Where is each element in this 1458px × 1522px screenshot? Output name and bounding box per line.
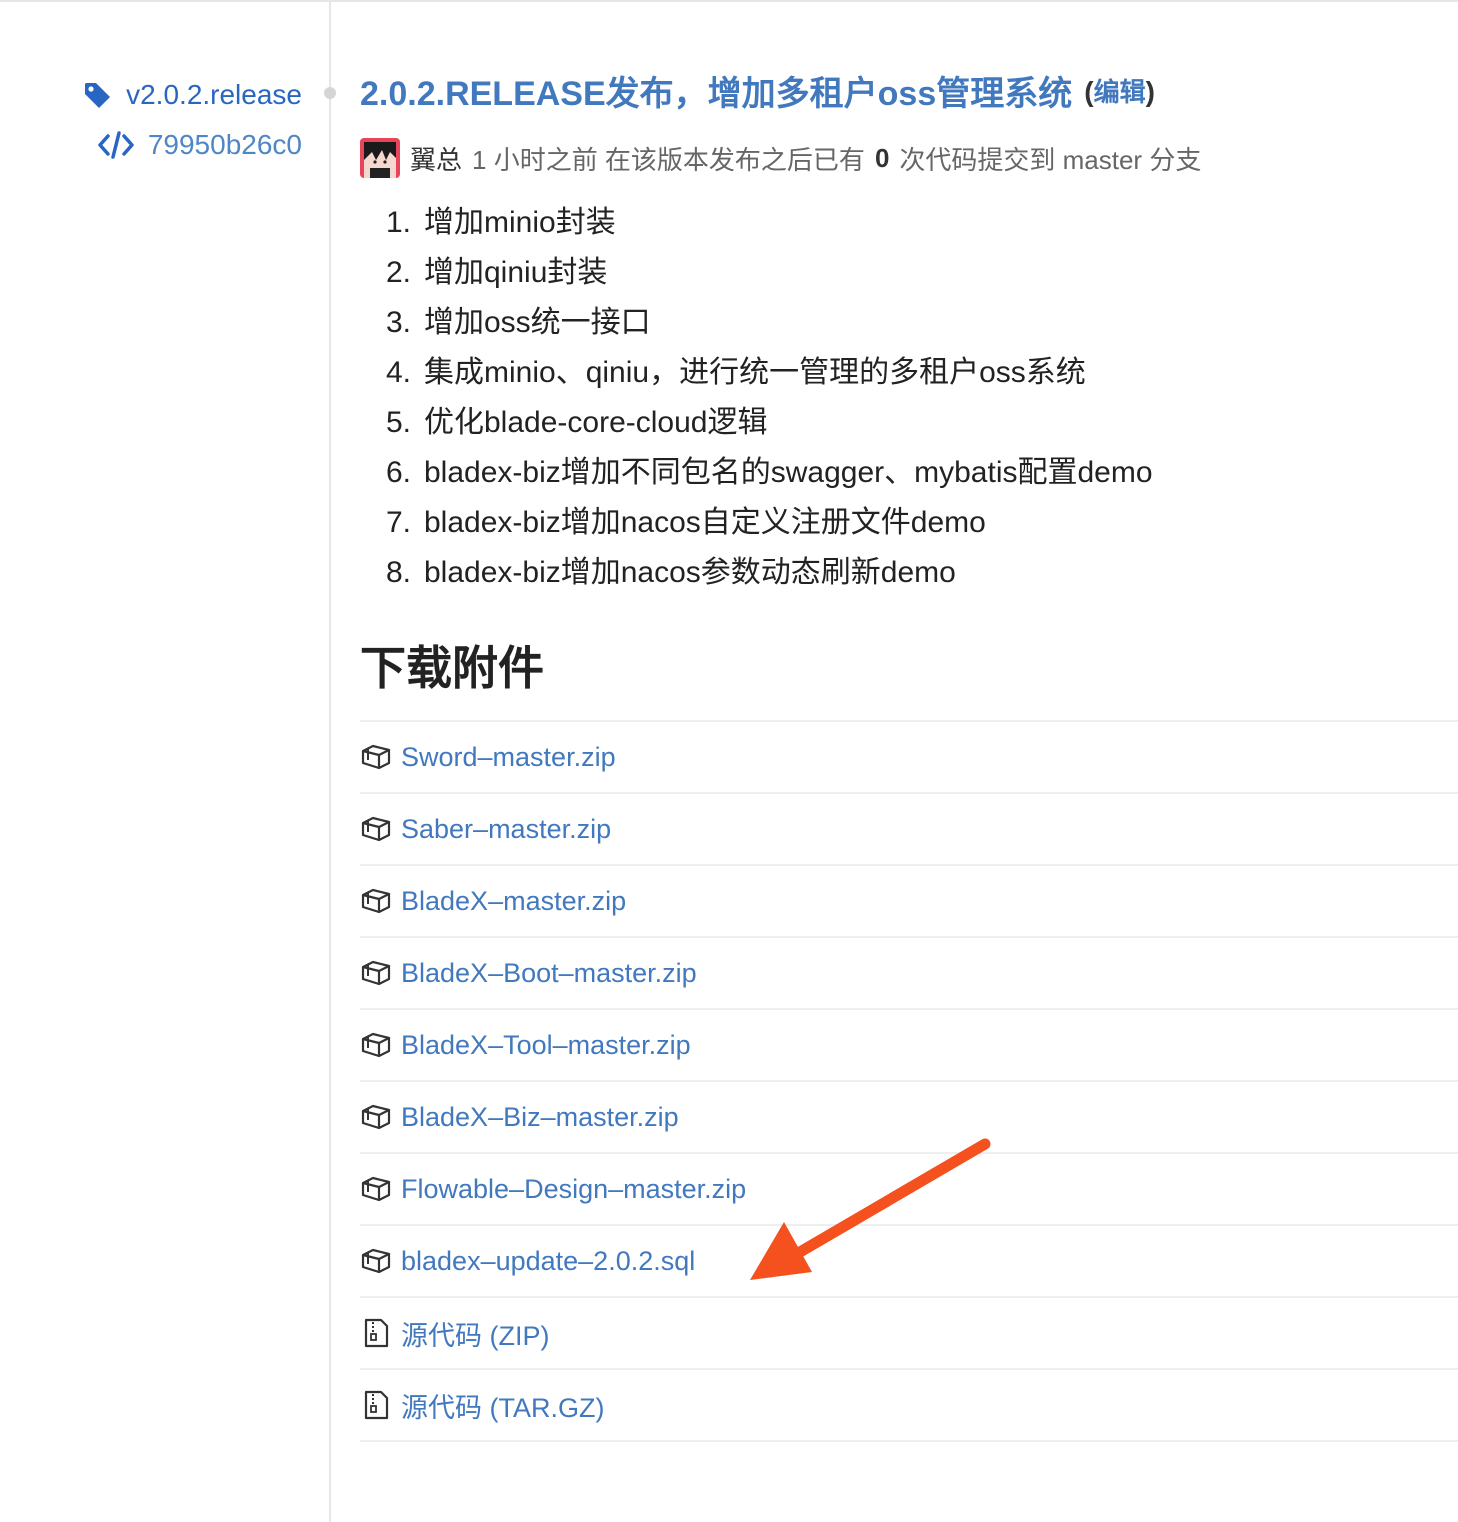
note-text: bladex-biz增加不同包名的swagger、mybatis配置demo bbox=[424, 456, 1153, 489]
note-text: 增加qiniu封装 bbox=[424, 256, 608, 289]
asset-link[interactable]: Flowable–Design–master.zip bbox=[401, 1174, 746, 1205]
release-notes: 1. 增加minio封装 2. 增加qiniu封装 3. 增加oss统一接口 4. 集成… bbox=[360, 198, 1458, 598]
release-time: 1 小时之前 在该版本发布之后已有 bbox=[472, 144, 865, 175]
asset-link[interactable]: 源代码 (ZIP) bbox=[401, 1314, 550, 1353]
top-border bbox=[0, 0, 1458, 2]
branch-text: 次代码提交到 master 分支 bbox=[899, 144, 1202, 175]
tag-link[interactable]: v2.0.2.release bbox=[82, 74, 302, 116]
commit-hash[interactable]: 79950b26c0 bbox=[148, 129, 302, 161]
note-item: 6. bladex-biz增加不同包名的swagger、mybatis配置demo bbox=[386, 448, 1458, 498]
edit-open-paren: ( bbox=[1084, 75, 1094, 107]
note-text: 集成minio、qiniu，进行统一管理的多租户oss系统 bbox=[424, 356, 1086, 389]
package-icon bbox=[360, 813, 392, 845]
note-number: 1. bbox=[386, 206, 412, 239]
note-item: 2. 增加qiniu封装 bbox=[386, 248, 1458, 298]
note-text: 增加minio封装 bbox=[424, 206, 616, 239]
release-title: 2.0.2.RELEASE发布，增加多租户oss管理系统 (编辑) bbox=[360, 60, 1458, 120]
release-title-link[interactable]: 2.0.2.RELEASE发布，增加多租户oss管理系统 bbox=[360, 66, 1072, 115]
package-icon bbox=[360, 741, 392, 773]
author-name[interactable]: 翼总 bbox=[410, 140, 462, 177]
asset-row[interactable]: BladeX–Tool–master.zip bbox=[360, 1010, 1458, 1082]
avatar[interactable] bbox=[360, 138, 400, 178]
edit-wrap: (编辑) bbox=[1084, 72, 1155, 109]
asset-row[interactable]: BladeX–Boot–master.zip bbox=[360, 938, 1458, 1010]
package-icon bbox=[360, 1029, 392, 1061]
package-icon bbox=[360, 885, 392, 917]
file-zip-icon bbox=[360, 1389, 392, 1421]
asset-link[interactable]: BladeX–master.zip bbox=[401, 886, 626, 917]
timeline-line bbox=[329, 0, 331, 1522]
edit-link[interactable]: 编辑 bbox=[1094, 77, 1146, 107]
tag-icon bbox=[82, 80, 112, 110]
asset-row[interactable]: 源代码 (ZIP) bbox=[360, 1298, 1458, 1370]
package-icon bbox=[360, 1101, 392, 1133]
annotation-arrow bbox=[750, 1138, 991, 1280]
note-item: 3. 增加oss统一接口 bbox=[386, 298, 1458, 348]
asset-link[interactable]: Saber–master.zip bbox=[401, 814, 611, 845]
note-number: 3. bbox=[386, 306, 412, 339]
note-number: 4. bbox=[386, 356, 412, 389]
package-icon bbox=[360, 1245, 392, 1277]
note-item: 4. 集成minio、qiniu，进行统一管理的多租户oss系统 bbox=[386, 348, 1458, 398]
timeline-dot bbox=[324, 87, 336, 99]
asset-row[interactable]: Saber–master.zip bbox=[360, 794, 1458, 866]
note-number: 6. bbox=[386, 456, 412, 489]
note-item: 5. 优化blade-core-cloud逻辑 bbox=[386, 398, 1458, 448]
asset-link[interactable]: BladeX–Biz–master.zip bbox=[401, 1102, 679, 1133]
note-number: 5. bbox=[386, 406, 412, 439]
note-number: 2. bbox=[386, 256, 412, 289]
note-text: bladex-biz增加nacos自定义注册文件demo bbox=[424, 506, 986, 539]
package-icon bbox=[360, 957, 392, 989]
edit-close-paren: ) bbox=[1145, 75, 1155, 107]
asset-row[interactable]: 源代码 (TAR.GZ) bbox=[360, 1370, 1458, 1442]
asset-link[interactable]: BladeX–Tool–master.zip bbox=[401, 1030, 691, 1061]
asset-row[interactable]: Sword–master.zip bbox=[360, 722, 1458, 794]
asset-list: Sword–master.zip Saber–master.zip BladeX… bbox=[360, 720, 1458, 1442]
asset-link[interactable]: 源代码 (TAR.GZ) bbox=[401, 1386, 604, 1425]
downloads-heading: 下载附件 bbox=[360, 642, 544, 694]
author-line: 翼总 1 小时之前 在该版本发布之后已有 0 次代码提交到 master 分支 bbox=[360, 136, 1458, 180]
asset-link[interactable]: BladeX–Boot–master.zip bbox=[401, 958, 697, 989]
note-text: bladex-biz增加nacos参数动态刷新demo bbox=[424, 556, 956, 589]
asset-row[interactable]: BladeX–master.zip bbox=[360, 866, 1458, 938]
note-text: 优化blade-core-cloud逻辑 bbox=[424, 406, 768, 439]
release-meta: v2.0.2.release 79950b26c0 bbox=[82, 74, 302, 174]
file-zip-icon bbox=[360, 1317, 392, 1349]
commit-count: 0 bbox=[874, 142, 890, 173]
note-number: 8. bbox=[386, 556, 412, 589]
note-text: 增加oss统一接口 bbox=[424, 306, 651, 339]
asset-link[interactable]: Sword–master.zip bbox=[401, 742, 616, 773]
code-icon bbox=[98, 130, 134, 160]
note-item: 8. bladex-biz增加nacos参数动态刷新demo bbox=[386, 548, 1458, 598]
note-item: 1. 增加minio封装 bbox=[386, 198, 1458, 248]
tag-label[interactable]: v2.0.2.release bbox=[126, 79, 302, 111]
note-number: 7. bbox=[386, 506, 412, 539]
package-icon bbox=[360, 1173, 392, 1205]
asset-link[interactable]: bladex–update–2.0.2.sql bbox=[401, 1246, 695, 1277]
commit-link[interactable]: 79950b26c0 bbox=[82, 124, 302, 166]
note-item: 7. bladex-biz增加nacos自定义注册文件demo bbox=[386, 498, 1458, 548]
